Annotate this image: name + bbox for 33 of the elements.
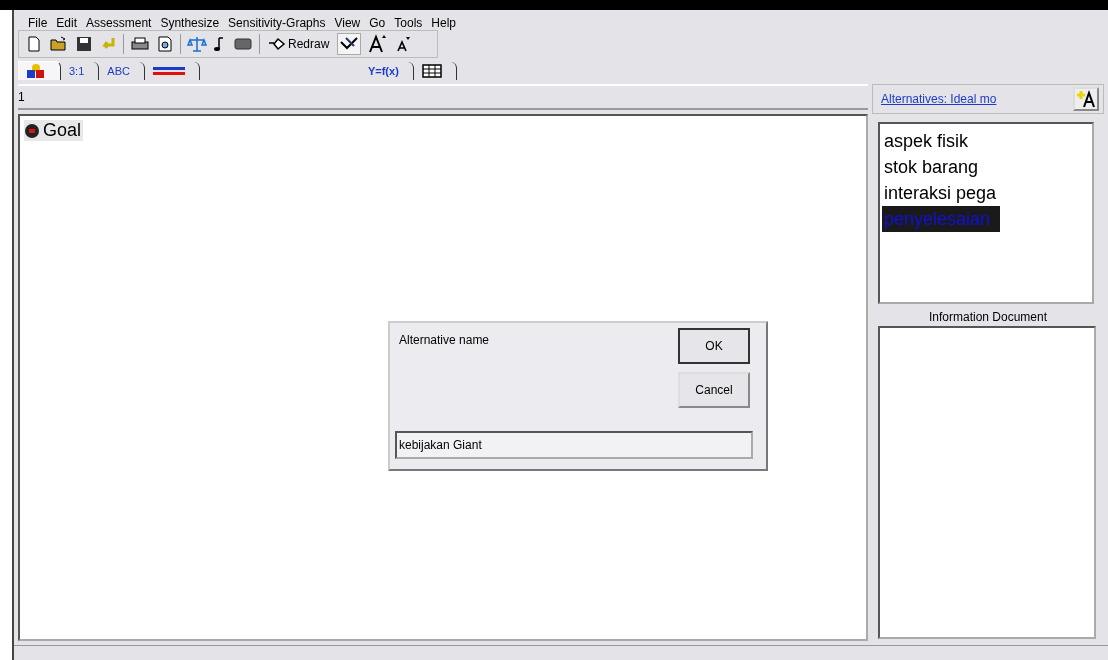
redraw-button[interactable]: Redraw (266, 37, 332, 51)
information-document-label: Information Document (927, 310, 1049, 324)
new-file-icon[interactable] (25, 35, 43, 53)
font-smaller-icon[interactable] (395, 34, 412, 54)
rectangle-icon[interactable] (233, 35, 253, 53)
shapes-icon (26, 63, 46, 79)
save-icon[interactable] (75, 35, 93, 53)
ok-button[interactable]: OK (678, 328, 750, 364)
menu-item[interactable]: Tools (394, 16, 423, 27)
menu-item[interactable]: Go (369, 16, 386, 27)
print-icon[interactable] (130, 35, 150, 53)
add-alternative-button[interactable] (1073, 87, 1099, 111)
alternative-item[interactable]: stok barang (882, 154, 981, 180)
information-document-field[interactable] (878, 326, 1096, 639)
cancel-button[interactable]: Cancel (678, 372, 750, 408)
preview-icon[interactable] (156, 35, 174, 53)
alternative-item[interactable]: interaksi pega (882, 180, 999, 206)
lines-icon (152, 65, 185, 77)
menu-item[interactable]: View (334, 16, 361, 27)
alternative-name-field[interactable]: kebijakan Giant (395, 431, 753, 459)
menu-item[interactable]: File (28, 16, 48, 27)
menu-item[interactable]: Edit (56, 16, 78, 27)
redraw-icon (268, 37, 286, 51)
grid-icon (421, 64, 442, 78)
level-number: 1 (18, 90, 25, 104)
alternative-name-label: Alternative name (399, 333, 490, 347)
add-icon (1076, 90, 1096, 108)
node-icon (24, 122, 40, 139)
menu-item[interactable]: Assessment (86, 16, 152, 27)
alternative-item[interactable]: aspek fisik (882, 128, 971, 154)
open-folder-icon[interactable] (49, 35, 69, 53)
goal-node[interactable]: Goal (24, 120, 84, 141)
scale-icon[interactable] (187, 35, 207, 53)
